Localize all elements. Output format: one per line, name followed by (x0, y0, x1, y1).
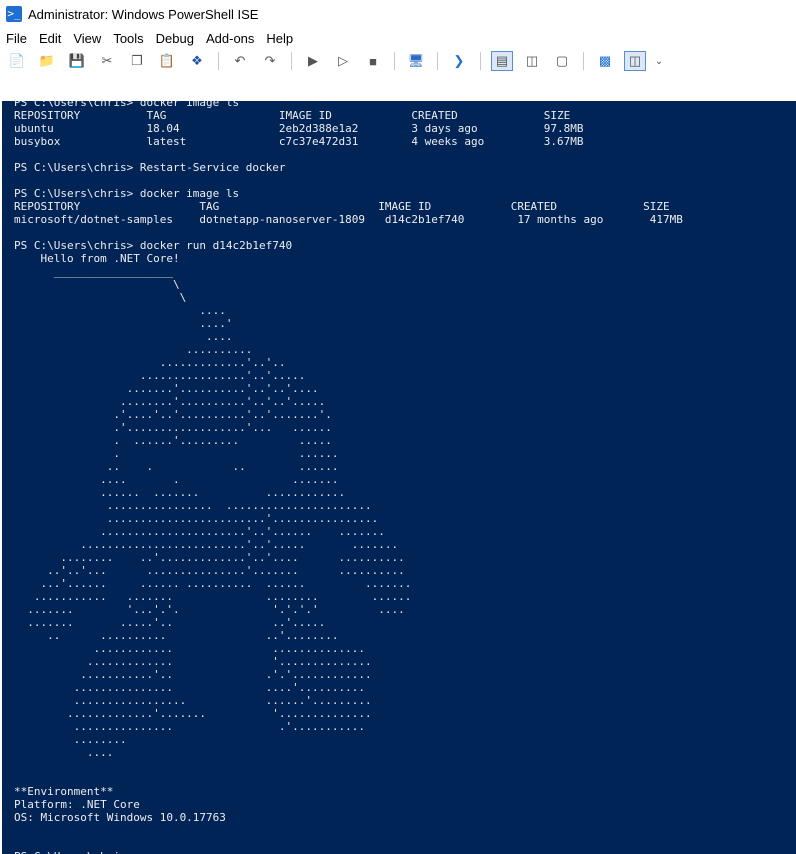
show-command-window-icon[interactable]: ▩ (594, 51, 616, 71)
menu-file[interactable]: File (0, 31, 33, 46)
toolbar-separator (583, 52, 584, 70)
run-icon[interactable]: ▶ (302, 51, 324, 71)
menu-edit[interactable]: Edit (33, 31, 67, 46)
cut-icon[interactable]: ✂ (96, 51, 118, 71)
remote-powershell-icon[interactable]: 🖥 (405, 51, 427, 71)
console-pane[interactable]: PS C:\Users\chris> docker image ls REPOS… (2, 101, 796, 854)
menu-help[interactable]: Help (260, 31, 299, 46)
menu-bar: File Edit View Tools Debug Add-ons Help (0, 28, 796, 48)
toolbar-overflow-icon[interactable]: ⌄ (654, 51, 664, 71)
title-bar: >_ Administrator: Windows PowerShell ISE (0, 0, 796, 28)
script-pane-strip (0, 74, 796, 101)
toolbar-separator (218, 52, 219, 70)
menu-addons[interactable]: Add-ons (200, 31, 260, 46)
show-script-right-icon[interactable]: ◫ (521, 51, 543, 71)
save-icon[interactable]: 💾 (66, 51, 88, 71)
window-title: Administrator: Windows PowerShell ISE (28, 6, 259, 22)
toolbar-separator (480, 52, 481, 70)
toolbar-separator (437, 52, 438, 70)
console-output: PS C:\Users\chris> docker image ls REPOS… (14, 101, 683, 854)
clear-console-icon[interactable]: ❖ (186, 51, 208, 71)
run-selection-icon[interactable]: ▷ (332, 51, 354, 71)
toolbar-separator (291, 52, 292, 70)
new-script-icon[interactable]: 📄 (6, 51, 28, 71)
open-icon[interactable]: 📁 (36, 51, 58, 71)
menu-tools[interactable]: Tools (107, 31, 149, 46)
paste-icon[interactable]: 📋 (156, 51, 178, 71)
show-script-top-icon[interactable]: ▤ (491, 51, 513, 71)
menu-view[interactable]: View (67, 31, 107, 46)
show-script-max-icon[interactable]: ▢ (551, 51, 573, 71)
copy-icon[interactable]: ❐ (126, 51, 148, 71)
powershell-icon: >_ (6, 6, 22, 22)
toolbar: 📄 📁 💾 ✂ ❐ 📋 ❖ ↶ ↷ ▶ ▷ ■ 🖥 ❯ ▤ ◫ ▢ ▩ ◫ ⌄ (0, 48, 796, 74)
start-powershell-icon[interactable]: ❯ (448, 51, 470, 71)
stop-icon[interactable]: ■ (362, 51, 384, 71)
show-command-addon-icon[interactable]: ◫ (624, 51, 646, 71)
menu-debug[interactable]: Debug (150, 31, 200, 46)
toolbar-separator (394, 52, 395, 70)
undo-icon[interactable]: ↶ (229, 51, 251, 71)
redo-icon[interactable]: ↷ (259, 51, 281, 71)
